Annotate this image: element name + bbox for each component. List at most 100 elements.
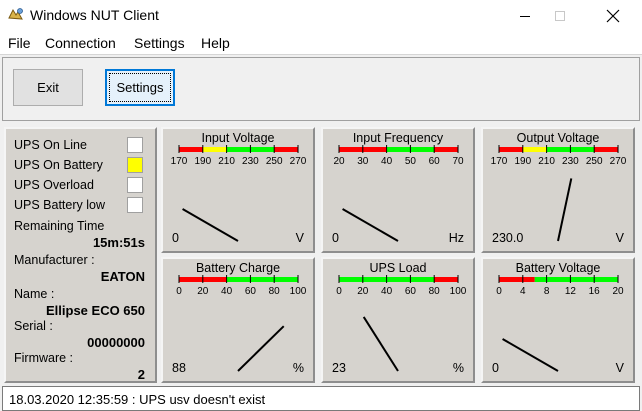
settings-button[interactable]: Settings: [105, 69, 175, 106]
title-bar: Windows NUT Client: [0, 0, 642, 31]
ups-online-label: UPS On Line: [14, 138, 87, 152]
ups-overload-indicator: [127, 177, 143, 193]
window-title: Windows NUT Client: [30, 7, 159, 23]
gauge-title: UPS Load: [369, 261, 427, 275]
gauge-tick-label: 0: [496, 286, 502, 297]
exit-button[interactable]: Exit: [13, 69, 83, 106]
gauge-needle: [182, 208, 239, 242]
gauge-tick-label: 16: [589, 286, 601, 297]
log-message: 18.03.2020 12:35:59 : UPS usv doesn't ex…: [9, 392, 266, 407]
manufacturer-label: Manufacturer :: [14, 253, 95, 267]
gauge-tick-label: 40: [381, 156, 393, 167]
gauge-zone: [226, 277, 298, 282]
gauge-title: Input Voltage: [201, 131, 275, 145]
close-button[interactable]: [590, 0, 636, 31]
gauge-zone: [499, 147, 523, 152]
gauge-unit: V: [615, 231, 624, 245]
gauge-tick-label: 230: [562, 156, 579, 167]
gauge-tick-label: 50: [405, 156, 417, 167]
gauge-unit: %: [292, 361, 304, 375]
serial-value: 00000000: [87, 335, 145, 350]
gauge-zone: [202, 147, 227, 152]
name-value: Ellipse ECO 650: [46, 303, 145, 318]
gauge-tick-label: 270: [290, 156, 307, 167]
gauge-tick-label: 30: [357, 156, 369, 167]
gauge-tick-label: 210: [538, 156, 555, 167]
ups-on-battery-indicator: [127, 157, 143, 173]
gauge-value: 230.0: [492, 231, 524, 245]
gauge-tick-label: 190: [514, 156, 531, 167]
close-icon: [606, 9, 620, 22]
firmware-label: Firmware :: [14, 351, 74, 365]
maximize-icon: [555, 10, 565, 21]
gauge-value: 0: [492, 361, 499, 375]
firmware-value: 2: [137, 367, 145, 382]
gauge-unit: V: [615, 361, 624, 375]
gauge-tick-label: 190: [194, 156, 211, 167]
gauge-tick-label: 210: [218, 156, 235, 167]
gauge-zone: [534, 277, 618, 282]
remaining-time-label: Remaining Time: [14, 219, 105, 233]
gauge-tick-label: 100: [450, 286, 467, 297]
client-area: Exit Settings UPS On Line UPS On Battery…: [0, 55, 642, 411]
ups-overload-label: UPS Overload: [14, 178, 94, 192]
ups-on-battery-label: UPS On Battery: [14, 158, 103, 172]
gauge-value: 23: [332, 361, 346, 375]
gauge-zone: [274, 147, 298, 152]
gauge-tick-label: 80: [269, 286, 281, 297]
serial-label: Serial :: [14, 319, 53, 333]
battery-voltage-gauge: 0 4 8 12 16 20 Battery Voltage 0 V: [481, 257, 635, 383]
nut-app-icon: [7, 6, 25, 24]
gauge-tick-label: 170: [171, 156, 188, 167]
gauge-tick-label: 12: [565, 286, 577, 297]
toolbar: Exit Settings: [2, 57, 640, 121]
gauge-tick-label: 20: [333, 156, 345, 167]
menu-help[interactable]: Help: [201, 35, 230, 51]
menu-bar: File Connection Settings Help: [0, 31, 642, 55]
gauge-needle: [362, 316, 399, 372]
gauge-unit: %: [452, 361, 464, 375]
gauge-needle: [342, 208, 399, 242]
status-panel: UPS On Line UPS On Battery UPS Overload …: [4, 127, 157, 383]
gauge-value: 0: [172, 231, 179, 245]
ups-load-gauge: 0 20 40 60 80 100 UPS Load 23 %: [321, 257, 475, 383]
gauge-zone: [434, 147, 458, 152]
maximize-button[interactable]: [537, 0, 583, 31]
gauge-dial: 0 4 8 12 16 20: [496, 275, 624, 372]
gauge-value: 88: [172, 361, 186, 375]
menu-settings[interactable]: Settings: [134, 35, 185, 51]
gauge-zone: [179, 147, 203, 152]
gauge-value: 0: [332, 231, 339, 245]
gauge-title: Output Voltage: [516, 131, 600, 145]
gauge-dial: 170 190 210 230 250 270: [171, 145, 307, 242]
name-label: Name :: [14, 287, 55, 301]
battery-charge-gauge: 0 20 40 60 80 100 Battery Charge 88 %: [161, 257, 315, 383]
gauge-tick-label: 250: [586, 156, 603, 167]
ups-battery-low-label: UPS Battery low: [14, 198, 106, 212]
log-dropdown[interactable]: 18.03.2020 12:35:59 : UPS usv doesn't ex…: [2, 386, 640, 411]
gauge-zone: [522, 147, 547, 152]
gauge-tick-label: 40: [381, 286, 393, 297]
gauge-zone: [434, 277, 458, 282]
gauge-title: Input Frequency: [352, 131, 444, 145]
gauge-tick-label: 0: [176, 286, 182, 297]
gauge-tick-label: 60: [429, 156, 441, 167]
menu-connection[interactable]: Connection: [45, 35, 116, 51]
gauge-unit: V: [295, 231, 304, 245]
gauge-tick-label: 100: [290, 286, 307, 297]
gauge-tick-label: 20: [197, 286, 209, 297]
input-frequency-gauge: 20 30 40 50 60 70 Input Frequency 0 Hz: [321, 127, 475, 253]
gauge-title: Battery Voltage: [515, 261, 601, 275]
gauge-tick-label: 250: [266, 156, 283, 167]
menu-file[interactable]: File: [8, 35, 31, 51]
gauge-title: Battery Charge: [195, 261, 281, 275]
ups-online-indicator: [127, 137, 143, 153]
gauge-tick-label: 170: [491, 156, 508, 167]
gauge-unit: Hz: [448, 231, 464, 245]
gauge-tick-label: 4: [520, 286, 526, 297]
remaining-time-value: 15m:51s: [92, 235, 145, 250]
gauge-tick-label: 20: [612, 286, 624, 297]
gauge-needle: [237, 325, 285, 372]
gauge-tick-label: 70: [452, 156, 464, 167]
gauge-tick-label: 60: [245, 286, 257, 297]
